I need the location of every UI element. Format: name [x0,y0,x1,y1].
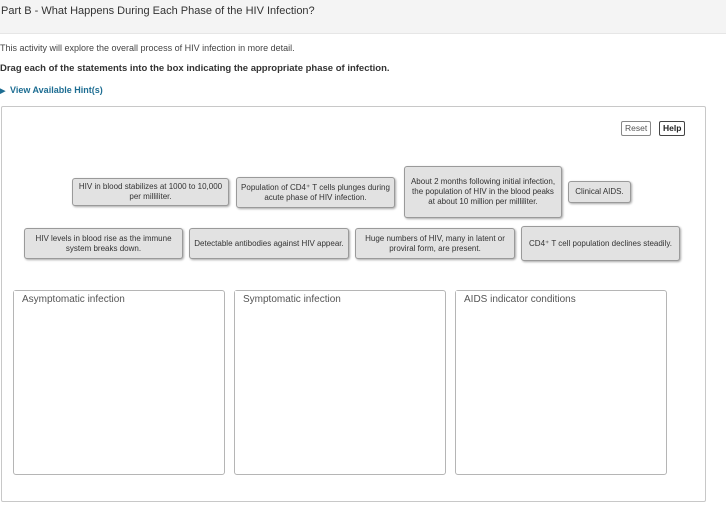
draggable-statement-tile[interactable]: HIV levels in blood rise as the immune s… [24,228,183,259]
draggable-statement-tile[interactable]: CD4⁺ T cell population declines steadily… [521,226,680,261]
draggable-statement-tile[interactable]: About 2 months following initial infecti… [404,166,562,218]
draggable-statement-tile[interactable]: HIV in blood stabilizes at 1000 to 10,00… [72,178,229,206]
drop-zone-symptomatic[interactable]: Symptomatic infection [234,290,446,475]
intro-text: This activity will explore the overall p… [0,43,295,53]
reset-button[interactable]: Reset [621,121,652,136]
draggable-statement-tile[interactable]: Detectable antibodies against HIV appear… [189,228,349,259]
view-hints-link[interactable]: ▶ View Available Hint(s) [0,85,103,95]
draggable-statement-tile[interactable]: Population of CD4⁺ T cells plunges durin… [236,177,395,208]
instruction-text: Drag each of the statements into the box… [0,63,390,74]
draggable-statement-tile[interactable]: Clinical AIDS. [568,181,631,203]
view-hints-label: View Available Hint(s) [10,85,103,95]
drag-drop-workspace: Reset Help HIV in blood stabilizes at 10… [1,106,706,502]
draggable-statement-tile[interactable]: Huge numbers of HIV, many in latent or p… [355,228,515,259]
drop-zone-label: Asymptomatic infection [14,291,133,308]
drop-zone-aids-indicator[interactable]: AIDS indicator conditions [455,290,667,475]
drop-zone-asymptomatic[interactable]: Asymptomatic infection [13,290,225,475]
help-button[interactable]: Help [659,121,686,136]
drop-zone-label: AIDS indicator conditions [456,291,584,308]
part-title: Part B - What Happens During Each Phase … [0,0,726,34]
drop-zone-label: Symptomatic infection [235,291,349,308]
triangle-right-icon: ▶ [0,88,6,95]
